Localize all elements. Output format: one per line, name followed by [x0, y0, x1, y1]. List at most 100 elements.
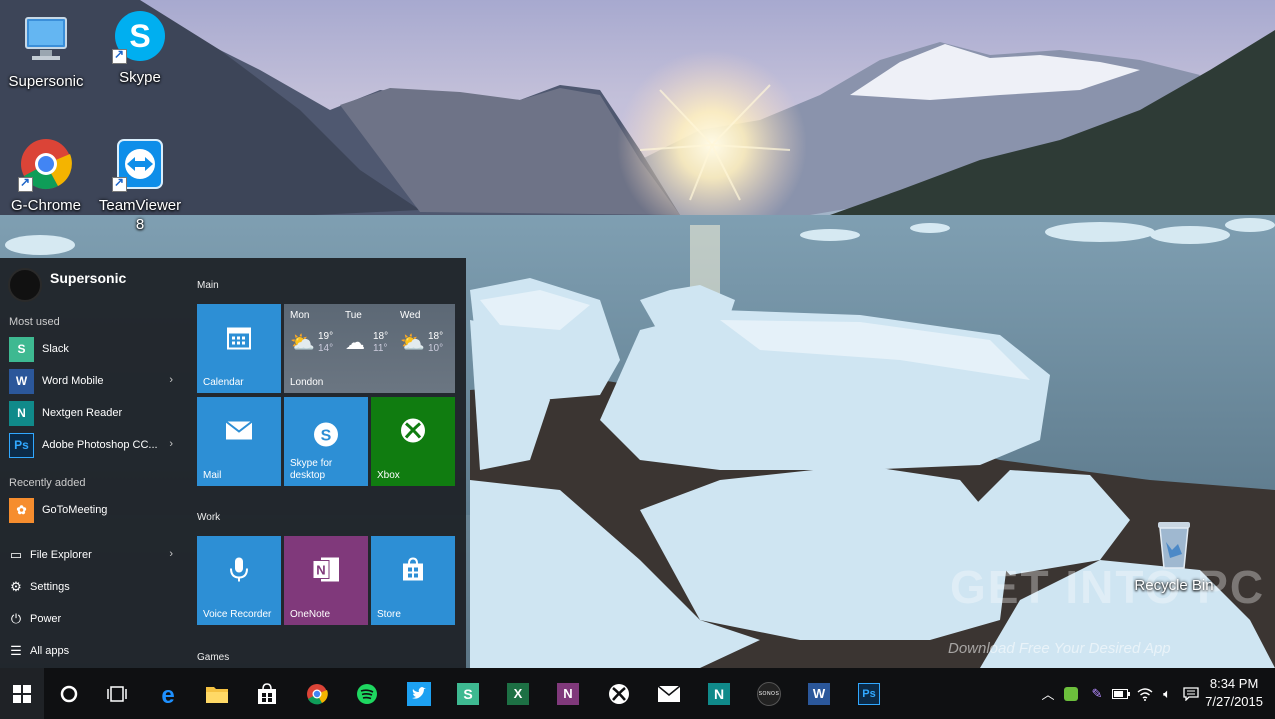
- recently-added-heading: Recently added: [9, 477, 86, 489]
- nextgen-reader-icon: N: [708, 682, 730, 705]
- tile-onenote[interactable]: N OneNote: [284, 536, 368, 625]
- tile-label: Voice Recorder: [203, 609, 272, 620]
- tile-skype[interactable]: S Skype for desktop: [284, 397, 368, 486]
- weather-high: 18°: [373, 331, 389, 342]
- partly-cloudy-icon: ⛅: [290, 332, 315, 354]
- shortcut-arrow-icon: [112, 47, 127, 64]
- app-gotomeeting[interactable]: ✿ GoToMeeting: [9, 495, 179, 525]
- nextgen-reader-icon: N: [9, 400, 34, 426]
- xbox-icon: [609, 683, 629, 704]
- tile-label: Skype for desktop: [290, 458, 333, 481]
- weather-low: 11°: [373, 343, 388, 354]
- pen-icon: ✎: [1091, 685, 1103, 701]
- all-apps-button[interactable]: ☰ All apps: [9, 639, 179, 663]
- photoshop-icon: Ps: [9, 432, 34, 458]
- desktop-icon-skype[interactable]: S Skype: [96, 8, 184, 87]
- app-label: Word Mobile: [42, 375, 104, 387]
- avatar: [8, 268, 42, 302]
- taskbar-sonos[interactable]: SONOS: [747, 668, 791, 719]
- tile-xbox[interactable]: Xbox: [371, 397, 455, 486]
- tray-network[interactable]: [1134, 668, 1156, 719]
- task-view-button[interactable]: [95, 668, 139, 719]
- taskbar-mail[interactable]: [647, 668, 691, 719]
- system-label: Settings: [30, 581, 70, 593]
- tray-volume[interactable]: 🔈︎: [1156, 668, 1178, 719]
- tile-label: Store: [377, 609, 401, 620]
- weather-low: 10°: [428, 343, 444, 354]
- desktop-icon-label: G-Chrome: [10, 197, 81, 214]
- start-button[interactable]: [0, 668, 44, 719]
- desktop-icon-supersonic[interactable]: Supersonic: [2, 12, 90, 91]
- excel-icon: X: [507, 682, 529, 705]
- show-hidden-icons-button[interactable]: ︿: [1038, 668, 1058, 719]
- taskbar-clock[interactable]: 8:34 PM 7/27/2015: [1205, 675, 1263, 711]
- power-button[interactable]: ⏻ Power: [9, 607, 179, 631]
- tray-pen[interactable]: ✎: [1086, 668, 1108, 719]
- shield-icon: [1064, 686, 1078, 701]
- tray-security[interactable]: [1060, 668, 1082, 719]
- taskbar-chrome[interactable]: [295, 668, 339, 719]
- taskbar-onenote[interactable]: N: [546, 668, 590, 719]
- power-icon: ⏻: [10, 611, 22, 626]
- svg-text:e: e: [161, 682, 174, 706]
- wifi-icon: [1137, 687, 1153, 701]
- group-games-heading: Games: [197, 652, 230, 663]
- clock-time: 8:34 PM: [1209, 676, 1259, 691]
- gear-icon: ⚙: [10, 579, 22, 594]
- tile-label: OneNote: [290, 609, 331, 620]
- tile-store[interactable]: Store: [371, 536, 455, 625]
- tile-mail[interactable]: Mail: [197, 397, 281, 486]
- tile-voice-recorder[interactable]: Voice Recorder: [197, 536, 281, 625]
- desktop-icon-chrome[interactable]: G-Chrome: [2, 136, 90, 215]
- cortana-button[interactable]: [47, 668, 91, 719]
- weather-day: Wed ⛅ 18° 10°: [400, 310, 455, 354]
- xbox-icon: [400, 417, 426, 448]
- skype-icon: S: [313, 422, 339, 453]
- chevron-right-icon[interactable]: ›: [169, 438, 173, 450]
- taskbar-twitter[interactable]: [397, 668, 441, 719]
- sonos-icon: SONOS: [757, 681, 781, 706]
- desktop-icon-label: Supersonic: [8, 73, 84, 90]
- most-used-heading: Most used: [9, 316, 60, 328]
- app-photoshop[interactable]: Ps Adobe Photoshop CC... ›: [9, 430, 179, 460]
- taskbar-file-explorer[interactable]: [195, 668, 239, 719]
- chevron-right-icon[interactable]: ›: [169, 374, 173, 386]
- tray-battery[interactable]: [1110, 668, 1132, 719]
- gotomeeting-icon: ✿: [9, 497, 34, 523]
- computer-icon: [18, 12, 74, 68]
- file-explorer-button[interactable]: ▭ File Explorer ›: [9, 543, 179, 567]
- taskbar-word[interactable]: W: [797, 668, 841, 719]
- settings-button[interactable]: ⚙ Settings: [9, 575, 179, 599]
- taskbar-excel[interactable]: X: [496, 668, 540, 719]
- taskbar-photoshop[interactable]: Ps: [847, 668, 891, 719]
- cloudy-icon: ☁: [345, 332, 365, 354]
- taskbar-spotify[interactable]: [345, 668, 389, 719]
- tile-label: Xbox: [377, 470, 400, 481]
- taskbar-xbox[interactable]: [597, 668, 641, 719]
- desktop-icon-teamviewer[interactable]: TeamViewer 8: [96, 136, 184, 234]
- word-icon: W: [808, 682, 830, 705]
- chevron-right-icon[interactable]: ›: [169, 548, 173, 560]
- desktop-icon-label: TeamViewer 8: [98, 197, 182, 233]
- weather-day: Mon ⛅ 19° 14°: [290, 310, 345, 354]
- app-slack[interactable]: S Slack: [9, 334, 179, 364]
- tile-weather[interactable]: Mon ⛅ 19° 14° Tue ☁ 18° 11° Wed ⛅ 18° 10…: [284, 304, 455, 393]
- cortana-circle-icon: [60, 685, 78, 702]
- slack-icon: S: [9, 336, 34, 362]
- app-nextgen-reader[interactable]: N Nextgen Reader: [9, 398, 179, 428]
- weather-high: 18°: [428, 331, 444, 342]
- taskbar-edge[interactable]: e: [146, 668, 190, 719]
- twitter-icon: [407, 681, 431, 706]
- tile-calendar[interactable]: Calendar: [197, 304, 281, 393]
- store-bag-icon: [258, 682, 276, 704]
- action-center-button[interactable]: [1180, 668, 1202, 719]
- weather-day-name: Wed: [400, 310, 421, 321]
- app-word-mobile[interactable]: W Word Mobile ›: [9, 366, 179, 396]
- user-account-button[interactable]: Supersonic: [8, 268, 126, 302]
- taskbar-nextgen-reader[interactable]: N: [697, 668, 741, 719]
- chevron-up-icon: ︿: [1041, 687, 1055, 702]
- taskbar-slack[interactable]: S: [446, 668, 490, 719]
- word-icon: W: [9, 368, 34, 394]
- taskbar-store[interactable]: [245, 668, 289, 719]
- mail-icon: [225, 420, 253, 445]
